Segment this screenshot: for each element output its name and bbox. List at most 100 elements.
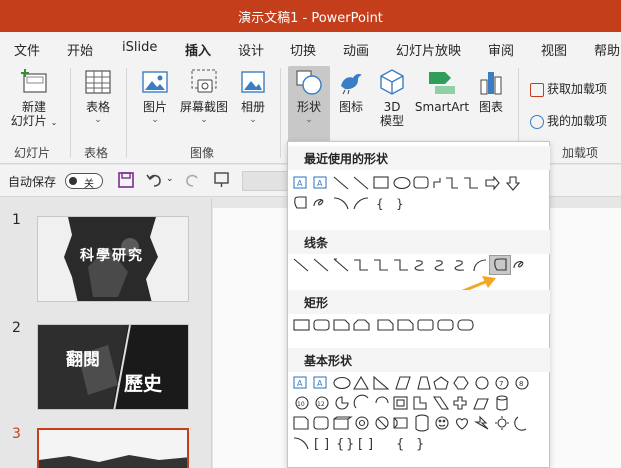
presentation-icon[interactable]: [213, 171, 231, 189]
tab-view[interactable]: 视图: [541, 40, 567, 59]
section-header-rectangles: 矩形: [288, 290, 550, 314]
album-button[interactable]: 相册 ⌄: [234, 68, 272, 125]
tab-insert[interactable]: 插入: [183, 40, 213, 65]
basic-shapes-row-2[interactable]: 10 12: [292, 394, 542, 414]
recent-shapes-row-2[interactable]: { }: [292, 194, 542, 214]
svg-text:[: [: [358, 437, 363, 452]
screenshot-label: 屏幕截图: [179, 100, 228, 114]
smartart-icon: [429, 72, 455, 94]
basic-shapes-row-3[interactable]: [292, 414, 542, 434]
tab-animations[interactable]: 动画: [343, 40, 369, 59]
tab-transitions[interactable]: 切换: [290, 40, 316, 59]
smartart-label: SmartArt: [414, 100, 470, 114]
slide-2-title-2: 歷史: [124, 373, 163, 395]
bird-icon: [341, 74, 362, 95]
table-label: 表格: [85, 100, 110, 114]
tab-review[interactable]: 审阅: [488, 40, 514, 59]
picture-icon: [142, 71, 168, 93]
3d-model-label-2: 模型: [379, 114, 404, 128]
chart-icon: [480, 72, 502, 95]
cube-icon: [380, 69, 404, 95]
toggle-knob: [69, 177, 77, 185]
svg-text:[: [: [314, 437, 319, 452]
section-title-rectangles: 矩形: [304, 296, 329, 310]
basic-shapes-icons: A A 7 8: [293, 375, 529, 390]
undo-icon[interactable]: [145, 171, 165, 189]
line-shapes-icons: [293, 258, 524, 272]
slide-number: 2: [12, 320, 21, 336]
svg-text:7: 7: [499, 380, 503, 388]
puzzle-icon: [530, 114, 544, 129]
get-addins-label: 获取加载项: [547, 82, 608, 96]
chart-button[interactable]: 图表: [474, 68, 508, 114]
chevron-down-icon: ⌄: [305, 115, 313, 125]
chevron-down-icon: ⌄: [151, 115, 159, 125]
svg-text:A: A: [297, 179, 303, 188]
save-icon[interactable]: [117, 171, 135, 189]
line-shapes-row[interactable]: [292, 256, 542, 276]
new-slide-label-2: 幻灯片: [10, 114, 47, 128]
group-separator: [126, 68, 127, 158]
recent-shapes-icons: A A: [293, 175, 521, 191]
basic-shapes-icons: [ ] { } [ ] { }: [293, 437, 424, 452]
basic-shapes-row-1[interactable]: A A 7 8: [292, 374, 542, 394]
shapes-label: 形状: [296, 100, 321, 114]
my-addins-button[interactable]: 我的加载项: [530, 112, 607, 129]
tab-help[interactable]: 帮助: [594, 40, 620, 59]
redo-icon[interactable]: [184, 171, 202, 189]
3d-model-label-1: 3D: [383, 100, 401, 114]
svg-text:}: }: [346, 437, 354, 452]
ribbon-tabs: 文件 开始 iSlide 插入 设计 切换 动画 幻灯片放映 审阅 视图 帮助: [0, 32, 621, 65]
slide-number: 1: [12, 212, 21, 228]
svg-text:8: 8: [519, 380, 523, 388]
shapes-button[interactable]: 形状 ⌄: [288, 66, 330, 142]
title-bar: 演示文稿1 - PowerPoint: [0, 0, 621, 32]
svg-text:A: A: [317, 179, 323, 188]
autosave-toggle[interactable]: 关: [65, 173, 103, 190]
new-slide-button[interactable]: 新建 幻灯片 ⌄: [8, 68, 60, 130]
screenshot-icon: [191, 69, 217, 93]
shapes-dropdown: 最近使用的形状 A A {} 线条 矩形 基本形状 A A 7 8 10 12…: [287, 141, 550, 468]
store-icon: [530, 82, 544, 97]
basic-shapes-row-4[interactable]: [ ] { } [ ] { }: [292, 434, 542, 454]
slide-thumbnail-1[interactable]: 科學研究: [37, 216, 189, 302]
chevron-down-icon: ⌄: [50, 118, 58, 127]
slide-number: 3: [12, 426, 21, 442]
smartart-button[interactable]: SmartArt: [413, 68, 471, 114]
icons-label: 图标: [338, 100, 363, 114]
qat-input-box[interactable]: [242, 171, 288, 191]
tab-home[interactable]: 开始: [67, 40, 93, 59]
autosave-toggle-label: 关: [84, 179, 94, 190]
tab-design[interactable]: 设计: [238, 40, 264, 59]
group-separator: [280, 68, 281, 158]
section-header-basic: 基本形状: [288, 348, 550, 372]
rectangle-shapes-row[interactable]: [292, 316, 542, 336]
group-label-tables: 表格: [84, 146, 109, 160]
picture-label: 图片: [142, 100, 167, 114]
icons-button[interactable]: 图标: [334, 68, 368, 114]
svg-text:A: A: [317, 379, 323, 388]
get-addins-button[interactable]: 获取加载项: [530, 80, 607, 97]
tab-file[interactable]: 文件: [14, 40, 40, 59]
tab-islide[interactable]: iSlide: [122, 40, 157, 55]
chart-label: 图表: [478, 100, 503, 114]
screenshot-button[interactable]: 屏幕截图 ⌄: [176, 68, 232, 125]
svg-text:}: }: [416, 437, 424, 452]
slide-2-artwork: [38, 325, 188, 409]
basic-shapes-icons: 10 12: [295, 394, 508, 411]
slide-thumbnail-3[interactable]: [37, 428, 189, 468]
recent-shapes-row-1[interactable]: A A: [292, 174, 542, 194]
slide-thumbnail-2[interactable]: 翻閱 歷史: [37, 324, 189, 410]
tab-slideshow[interactable]: 幻灯片放映: [396, 40, 461, 59]
svg-text:{: {: [396, 437, 404, 452]
section-header-lines: 线条: [288, 230, 550, 254]
basic-shapes-icons: [293, 414, 527, 432]
svg-text:{: {: [336, 437, 344, 452]
svg-text:12: 12: [317, 401, 325, 408]
new-slide-label-1: 新建: [21, 100, 46, 114]
autosave-label: 自动保存: [8, 175, 57, 189]
table-button[interactable]: 表格 ⌄: [78, 68, 118, 125]
3d-model-button[interactable]: 3D 模型: [372, 68, 412, 128]
chevron-down-icon[interactable]: ⌄: [166, 174, 174, 184]
picture-button[interactable]: 图片 ⌄: [134, 68, 176, 125]
